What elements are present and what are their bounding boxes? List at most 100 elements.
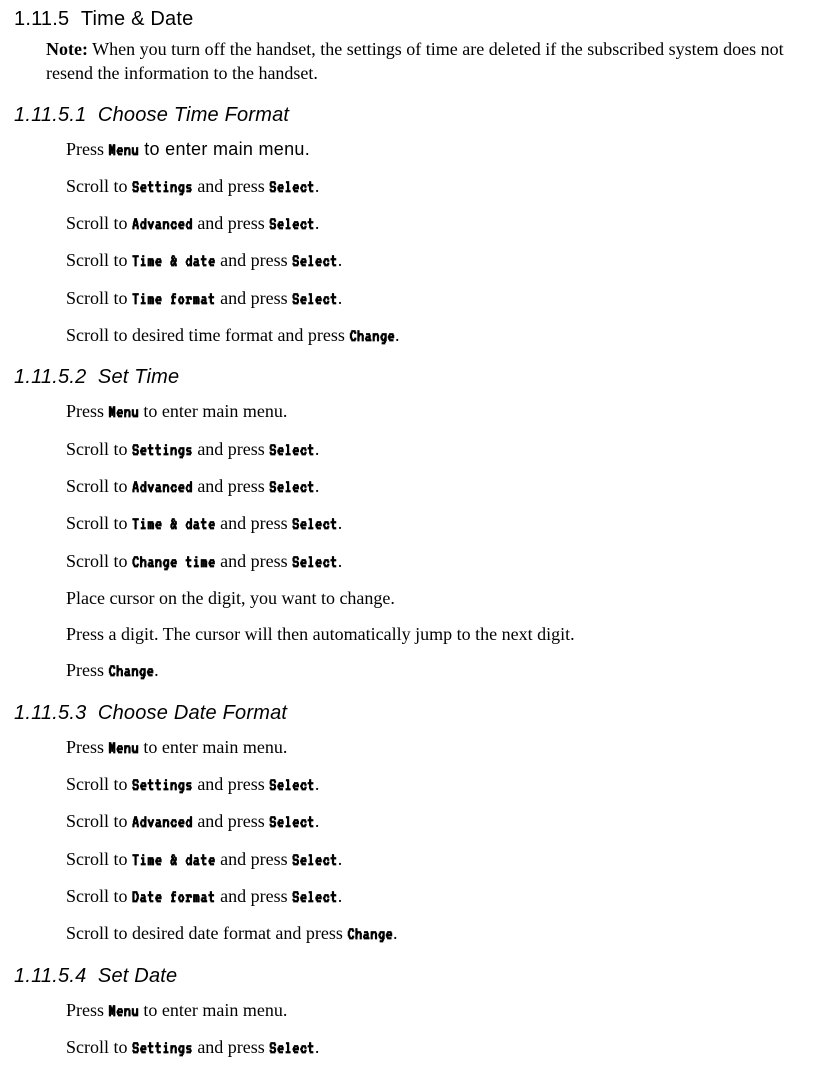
step-text: and press: [193, 176, 269, 196]
step-item: Scroll to Advanced and press Select.: [66, 809, 802, 834]
menu-key: Time & date: [132, 515, 216, 533]
menu-key: Select: [292, 515, 338, 533]
step-text: and press: [216, 886, 292, 906]
step-item: Press Change.: [66, 658, 802, 683]
menu-key: Select: [269, 1039, 315, 1057]
menu-key: Select: [269, 478, 315, 496]
step-text: Scroll to: [66, 288, 132, 308]
step-text: Place cursor on the digit, you want to c…: [66, 588, 395, 608]
menu-key: Menu: [109, 403, 139, 421]
step-text: and press: [216, 551, 292, 571]
step-text: Press a digit. The cursor will then auto…: [66, 624, 575, 644]
section-number: 1.11.5: [14, 8, 69, 30]
subsection-heading: 1.11.5.2 Set Time: [14, 366, 802, 389]
step-text: and press: [193, 1037, 269, 1057]
step-item: Scroll to Advanced and press Select.: [66, 474, 802, 499]
subsection-number: 1.11.5.3: [14, 702, 86, 724]
step-list: Press Menu to enter main menu. Scroll to …: [66, 735, 802, 947]
section-heading: 1.11.5 Time & Date: [14, 8, 802, 31]
step-item: Press Menu to enter main menu.: [66, 399, 802, 424]
subsection-title: Set Time: [98, 366, 179, 388]
step-item: Scroll to Settings and press Select.: [66, 772, 802, 797]
menu-key: Time format: [132, 290, 216, 308]
subsection-heading: 1.11.5.4 Set Date: [14, 965, 802, 988]
step-text: Scroll to: [66, 213, 132, 233]
menu-key: Date format: [132, 888, 216, 906]
menu-key: Select: [292, 553, 338, 571]
menu-key: Menu: [109, 739, 139, 757]
note-paragraph: Note: When you turn off the handset, the…: [46, 37, 802, 86]
step-item: Scroll to Time & date and press Select.: [66, 847, 802, 872]
step-text: to enter main menu.: [139, 401, 287, 421]
step-text: .: [338, 513, 343, 533]
step-text: and press: [216, 250, 292, 270]
menu-key: Change: [349, 327, 395, 345]
step-text: .: [315, 176, 320, 196]
step-item: Press a digit. The cursor will then auto…: [66, 622, 802, 646]
menu-key: Time & date: [132, 252, 216, 270]
step-text: .: [338, 288, 343, 308]
step-text: .: [315, 1037, 320, 1057]
step-text: .: [338, 551, 343, 571]
step-text: Scroll to: [66, 774, 132, 794]
step-item: Scroll to Settings and press Select.: [66, 174, 802, 199]
menu-key: Settings: [132, 441, 193, 459]
subsection-title: Set Date: [98, 965, 177, 987]
step-item: Press Menu to enter main menu.: [66, 735, 802, 760]
step-text: .: [315, 439, 320, 459]
step-text: and press: [216, 849, 292, 869]
step-text: and press: [193, 213, 269, 233]
step-item: Scroll to Settings and press Select.: [66, 1035, 802, 1060]
step-text: Scroll to: [66, 849, 132, 869]
step-item: Press Menu to enter main menu.: [66, 137, 802, 162]
step-item: Scroll to desired date format and press …: [66, 921, 802, 946]
step-text: Scroll to desired time format and press: [66, 325, 349, 345]
step-item: Scroll to Time & date and press Select.: [66, 511, 802, 536]
menu-key: Change: [109, 662, 155, 680]
menu-key: Change: [347, 925, 393, 943]
subsection-heading: 1.11.5.1 Choose Time Format: [14, 104, 802, 127]
menu-key: Advanced: [132, 478, 193, 496]
step-text: Press: [66, 1000, 109, 1020]
step-text: .: [338, 250, 343, 270]
step-text: Scroll to desired date format and press: [66, 923, 347, 943]
step-text: .: [315, 774, 320, 794]
menu-key: Select: [292, 252, 338, 270]
step-text: Scroll to: [66, 439, 132, 459]
step-item: Scroll to Time & date and press Select.: [66, 248, 802, 273]
step-text: Press: [66, 139, 109, 159]
step-item: Press Menu to enter main menu.: [66, 998, 802, 1023]
note-text: When you turn off the handset, the setti…: [46, 39, 784, 83]
step-text: Scroll to: [66, 513, 132, 533]
section-title: Time & Date: [81, 8, 194, 30]
step-text: Scroll to: [66, 250, 132, 270]
step-text: and press: [216, 513, 292, 533]
step-text: Scroll to: [66, 551, 132, 571]
step-item: Scroll to Change time and press Select.: [66, 549, 802, 574]
step-item: Scroll to Advanced and press Select.: [66, 211, 802, 236]
menu-key: Menu: [109, 1002, 139, 1020]
subsection-number: 1.11.5.2: [14, 366, 86, 388]
menu-key: Settings: [132, 1039, 193, 1057]
menu-key: Settings: [132, 776, 193, 794]
menu-key: Select: [269, 215, 315, 233]
subsection-number: 1.11.5.1: [14, 104, 86, 126]
step-text: to enter main menu.: [139, 737, 287, 757]
menu-key: Menu: [109, 141, 139, 159]
subsection-number: 1.11.5.4: [14, 965, 86, 987]
step-text: to enter main menu.: [139, 139, 310, 159]
menu-key: Advanced: [132, 813, 193, 831]
step-text: to enter main menu.: [139, 1000, 287, 1020]
step-list: Press Menu to enter main menu. Scroll to …: [66, 998, 802, 1061]
step-text: Press: [66, 401, 109, 421]
step-text: Press: [66, 737, 109, 757]
menu-key: Select: [269, 776, 315, 794]
menu-key: Select: [292, 290, 338, 308]
step-item: Scroll to Settings and press Select.: [66, 437, 802, 462]
step-item: Place cursor on the digit, you want to c…: [66, 586, 802, 610]
step-text: .: [338, 849, 343, 869]
step-text: and press: [193, 811, 269, 831]
step-text: .: [395, 325, 400, 345]
step-text: Press: [66, 660, 109, 680]
menu-key: Advanced: [132, 215, 193, 233]
